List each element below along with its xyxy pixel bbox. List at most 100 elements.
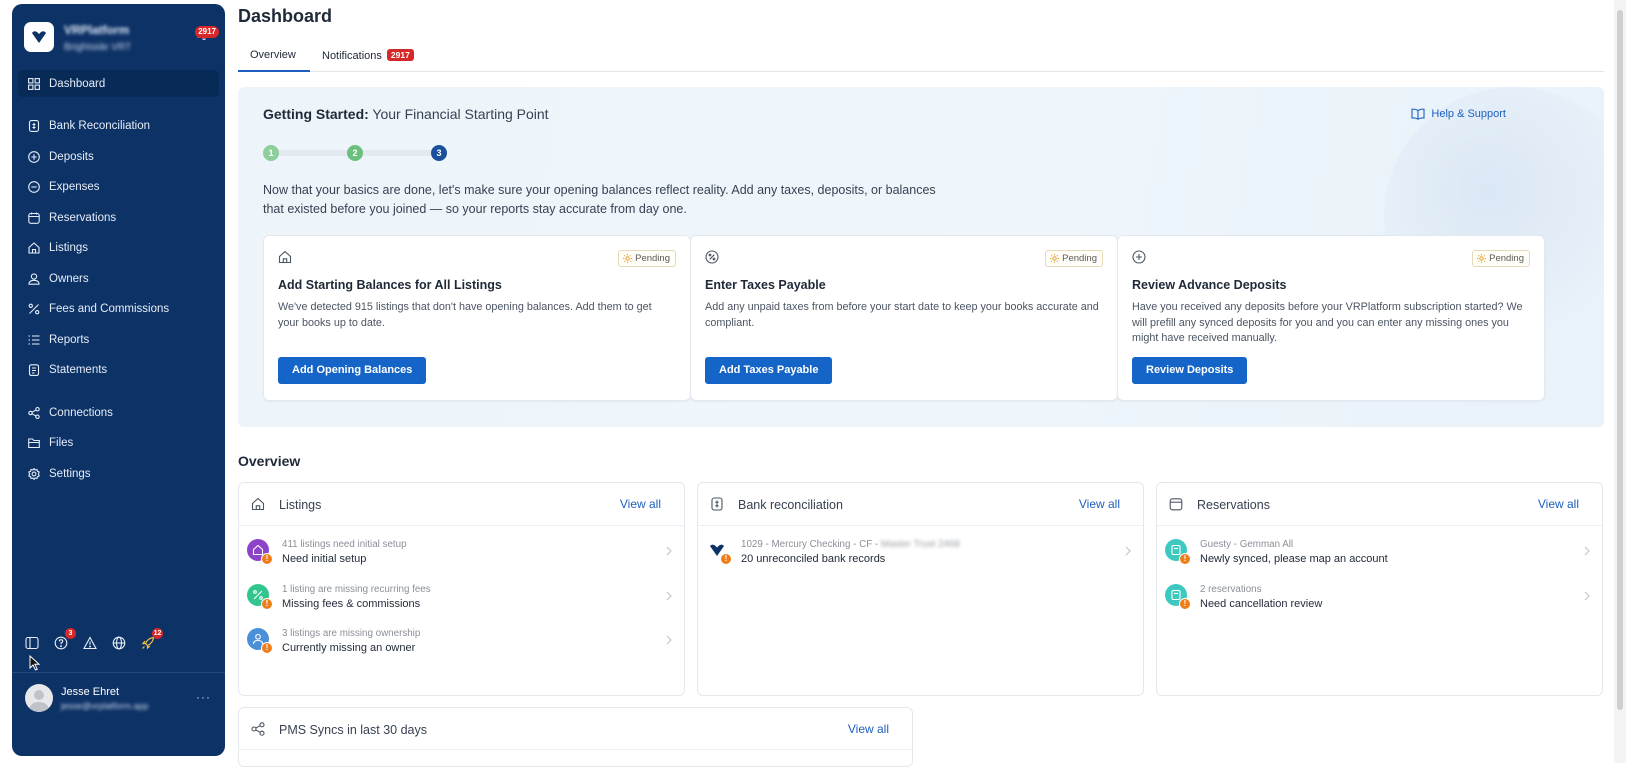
row-title: Currently missing an owner [282,642,416,654]
status-label: Pending [1062,253,1097,264]
sidebar-item-label: Fees and Commissions [49,303,170,315]
home-icon [278,250,292,264]
brand-header[interactable]: VRPlatform Brightside VRT 2917 [24,18,219,60]
sidebar-item-listings[interactable]: Listings [18,235,219,262]
sun-icon [623,254,633,263]
task-title: Review Advance Deposits [1132,278,1287,292]
card-title: Reservations [1197,498,1270,512]
getting-started-title-rest: Your Financial Starting Point [368,106,549,122]
view-all-reservations-link[interactable]: View all [1538,497,1579,511]
panel-icon [25,636,39,650]
sun-icon [1050,254,1060,263]
scrollbar-thumb[interactable] [1617,10,1623,710]
sidebar-item-deposits[interactable]: Deposits [18,143,219,170]
card-divider [239,749,912,750]
task-description: We've detected 915 listings that don't h… [278,301,652,329]
user-profile[interactable]: Jesse Ehret jesse@vrplatform.app ··· [25,684,215,714]
sidebar-item-connections[interactable]: Connections [18,399,219,426]
task-description: Add any unpaid taxes from before your st… [705,301,1099,329]
brand-name: VRPlatform [64,23,130,37]
review-deposits-button[interactable]: Review Deposits [1132,357,1248,384]
chevron-right-icon [1125,546,1131,556]
calendar-icon [1169,498,1183,511]
account-detail-redacted: Master Trust 2468 [880,539,960,550]
whats-new-badge: 12 [152,628,163,639]
toggle-sidebar-button[interactable] [25,636,39,650]
tab-overview[interactable]: Overview [238,49,310,72]
sidebar-item-label: Dashboard [49,77,106,90]
chevron-right-icon [666,635,672,645]
reservations-card: Reservations View all ! Guesty - Gemman … [1156,482,1603,696]
folder-icon [28,438,40,449]
list-item[interactable]: ! 3 listings are missing ownership Curre… [239,618,684,662]
sidebar-item-reports[interactable]: Reports [18,326,219,353]
sidebar-item-label: Reservations [49,211,117,224]
row-title: Need initial setup [282,553,367,565]
user-email: jesse@vrplatform.app [61,701,149,711]
alerts-button[interactable] [83,636,97,650]
user-name: Jesse Ehret [61,686,120,698]
sidebar-item-bank-reconciliation[interactable]: Bank Reconciliation [18,113,219,140]
step-1: 1 [263,145,279,161]
sidebar-item-statements[interactable]: Statements [18,357,219,384]
plus-circle-icon [28,150,40,163]
row-subtitle: 411 listings need initial setup [282,539,407,550]
sun-icon [1477,254,1487,263]
sidebar-nav: Dashboard Bank Reconciliation Deposits E… [18,70,219,491]
sidebar-item-label: Reports [49,333,90,346]
status-badge: Pending [618,250,676,267]
connections-icon [28,406,40,419]
task-description: Have you received any deposits before yo… [1132,301,1523,344]
list-item[interactable]: ! 1 listing are missing recurring fees M… [239,574,684,618]
whats-new-button[interactable]: 12 [141,628,163,650]
book-icon [1411,108,1425,120]
sidebar-item-fees-and-commissions[interactable]: Fees and Commissions [18,296,219,323]
list-item[interactable]: ! 1029 - Mercury Checking - CF - Master … [698,529,1143,573]
row-title: Newly synced, please map an account [1200,553,1388,565]
help-and-support-label: Help & Support [1431,108,1506,120]
task-card-advance-deposits: Pending Review Advance Deposits Have you… [1117,235,1545,401]
sidebar: VRPlatform Brightside VRT 2917 Dashboard… [12,4,225,756]
chevron-right-icon [1584,591,1590,601]
page-scrollbar[interactable] [1614,0,1626,763]
status-badge: Pending [1045,250,1103,267]
user-menu-button[interactable]: ··· [196,690,211,704]
view-all-pms-syncs-link[interactable]: View all [848,722,889,736]
chevron-right-icon [666,591,672,601]
user-icon [28,272,40,285]
tab-notifications[interactable]: Notifications 2917 [322,49,414,72]
brand-subtitle: Brightside VRT [64,42,132,53]
row-subtitle: 2 reservations [1200,584,1262,595]
help-button[interactable]: 3 [54,628,76,650]
task-title: Add Starting Balances for All Listings [278,278,502,292]
status-badge: Pending [1472,250,1530,267]
row-title: Need cancellation review [1200,598,1323,610]
view-all-bank-reconciliation-link[interactable]: View all [1079,497,1120,511]
list-item[interactable]: ! Guesty - Gemman All Newly synced, plea… [1157,529,1602,573]
bank-reconciliation-card: Bank reconciliation View all ! 1029 - Me… [697,482,1144,696]
card-header: Reservations View all [1157,483,1602,526]
globe-icon [112,636,126,650]
sidebar-item-expenses[interactable]: Expenses [18,174,219,201]
sidebar-item-settings[interactable]: Settings [18,460,219,487]
notifications-bell[interactable]: 2917 [195,26,219,41]
help-icon [54,636,68,650]
sidebar-item-owners[interactable]: Owners [18,265,219,292]
card-title: Listings [279,498,322,512]
language-button[interactable] [112,636,126,650]
sidebar-item-files[interactable]: Files [18,430,219,457]
sidebar-item-reservations[interactable]: Reservations [18,204,219,231]
add-taxes-payable-button[interactable]: Add Taxes Payable [705,357,833,384]
sidebar-item-dashboard[interactable]: Dashboard [18,70,219,97]
account-name: 1029 - Mercury Checking - CF - [741,539,881,550]
help-and-support-link[interactable]: Help & Support [1411,108,1506,120]
chevron-right-icon [1584,546,1590,556]
list-icon [28,334,40,345]
add-opening-balances-button[interactable]: Add Opening Balances [278,357,427,384]
view-all-listings-link[interactable]: View all [620,497,661,511]
list-item[interactable]: ! 2 reservations Need cancellation revie… [1157,574,1602,618]
list-item[interactable]: ! 411 listings need initial setup Need i… [239,529,684,573]
getting-started-panel: Getting Started: Your Financial Starting… [238,87,1604,427]
status-label: Pending [635,253,670,264]
alert-icon [83,636,97,650]
